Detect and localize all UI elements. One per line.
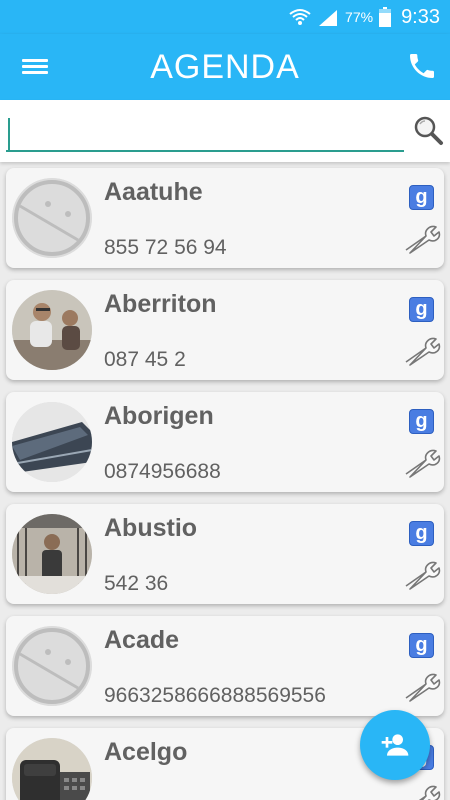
- avatar: [12, 178, 92, 258]
- photo-avatar: [12, 514, 92, 594]
- contact-phone: 9663258666888569556: [104, 684, 326, 707]
- wrench-icon[interactable]: [402, 448, 442, 478]
- phone-icon[interactable]: [406, 50, 438, 82]
- photo-avatar: [12, 290, 92, 370]
- search-bar: [0, 100, 450, 162]
- text-cursor: [8, 118, 10, 150]
- contact-phone: 0874956688: [104, 460, 221, 483]
- search-input[interactable]: [6, 114, 404, 152]
- signal-icon: [319, 10, 338, 26]
- contact-name: Acelgo: [104, 738, 188, 766]
- page-title: AGENDA: [150, 47, 300, 86]
- contact-card[interactable]: Aberriton 087 45 2 g: [6, 280, 444, 380]
- app-bar: AGENDA: [0, 34, 450, 100]
- avatar: [12, 290, 92, 370]
- contact-phone: 855 72 56 94: [104, 236, 227, 259]
- avatar: [12, 514, 92, 594]
- add-contact-icon: [381, 734, 409, 756]
- contact-phone: 087 45 2: [104, 348, 186, 371]
- contact-list: Aaatuhe 855 72 56 94 g Aberriton 087 45 …: [0, 162, 450, 800]
- search-icon[interactable]: [412, 114, 444, 146]
- contact-card[interactable]: Aborigen 0874956688 g: [6, 392, 444, 492]
- contact-phone: 542 36: [104, 572, 169, 595]
- contact-card[interactable]: Acade 9663258666888569556 g: [6, 616, 444, 716]
- wifi-icon: [289, 9, 311, 25]
- default-avatar-icon: [12, 626, 92, 706]
- contact-card[interactable]: Abustio 542 36 g: [6, 504, 444, 604]
- avatar: [12, 626, 92, 706]
- status-bar: 77% 9:33: [0, 0, 450, 34]
- contact-name: Acade: [104, 626, 180, 654]
- contact-name: Aberriton: [104, 290, 217, 318]
- default-avatar-icon: [12, 178, 92, 258]
- battery-percent: 77%: [345, 9, 374, 25]
- battery-icon: [379, 7, 392, 27]
- menu-icon[interactable]: [22, 56, 48, 78]
- google-account-icon: g: [409, 297, 434, 322]
- contact-card[interactable]: Aaatuhe 855 72 56 94 g: [6, 168, 444, 268]
- wrench-icon[interactable]: [402, 336, 442, 366]
- photo-avatar: [12, 402, 92, 482]
- google-account-icon: g: [409, 633, 434, 658]
- add-contact-button[interactable]: [360, 710, 430, 780]
- contact-name: Aborigen: [104, 402, 214, 430]
- contact-name: Aaatuhe: [104, 178, 203, 206]
- google-account-icon: g: [409, 521, 434, 546]
- avatar: [12, 738, 92, 800]
- google-account-icon: g: [409, 409, 434, 434]
- wrench-icon[interactable]: [402, 224, 442, 254]
- wrench-icon[interactable]: [402, 784, 442, 800]
- contact-name: Abustio: [104, 514, 198, 542]
- wrench-icon[interactable]: [402, 560, 442, 590]
- avatar: [12, 402, 92, 482]
- wrench-icon[interactable]: [402, 672, 442, 702]
- photo-avatar: [12, 738, 92, 800]
- clock: 9:33: [401, 5, 440, 28]
- google-account-icon: g: [409, 185, 434, 210]
